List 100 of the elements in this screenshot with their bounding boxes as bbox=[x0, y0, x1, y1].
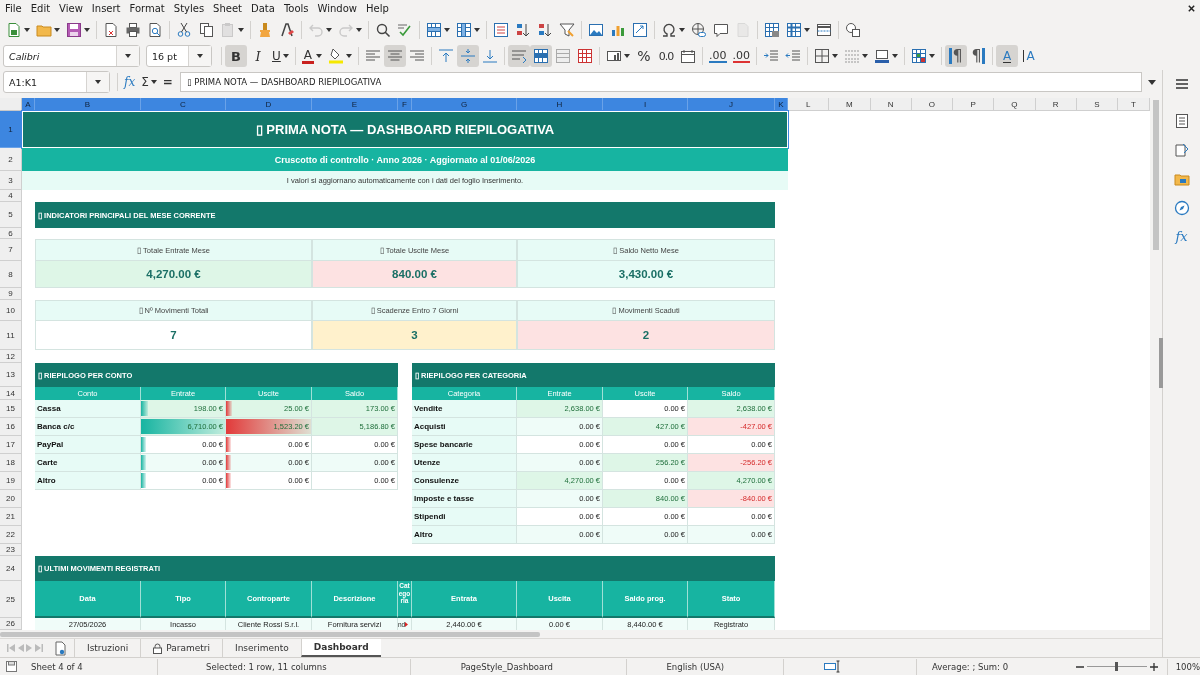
row-header[interactable]: 5 bbox=[0, 202, 22, 229]
kpi-value: 3 bbox=[312, 321, 517, 351]
row-header[interactable]: 22 bbox=[0, 526, 22, 545]
row-header[interactable]: 14 bbox=[0, 387, 22, 401]
sidebar-menu-icon[interactable] bbox=[1173, 76, 1190, 92]
column-header[interactable]: N bbox=[870, 98, 912, 112]
row-header[interactable]: 23 bbox=[0, 544, 22, 557]
row-header[interactable]: 17 bbox=[0, 436, 22, 455]
language[interactable]: English (USA) bbox=[625, 658, 783, 675]
formula-input[interactable]: ▯ PRIMA NOTA — DASHBOARD RIEPILOGATIVA bbox=[179, 72, 1142, 93]
row-header[interactable]: 13 bbox=[0, 363, 22, 388]
highlight-icon bbox=[328, 48, 344, 64]
formula-button[interactable]: = bbox=[159, 75, 176, 90]
table-cell: Altro bbox=[35, 472, 141, 491]
row-header[interactable]: 7 bbox=[0, 239, 22, 262]
merge-center-button[interactable] bbox=[530, 45, 552, 67]
row-header[interactable]: 1 bbox=[0, 111, 22, 149]
navigator-icon[interactable] bbox=[1173, 200, 1190, 216]
column-header[interactable]: O bbox=[911, 98, 953, 112]
row-header[interactable]: 8 bbox=[0, 261, 22, 289]
increase-indent-icon bbox=[763, 48, 779, 64]
row-header[interactable]: 11 bbox=[0, 321, 22, 351]
menu-item[interactable]: Window bbox=[313, 3, 362, 14]
row-header[interactable]: 6 bbox=[0, 228, 22, 240]
table-cell: Acquisti bbox=[412, 418, 517, 437]
kpi-value: 3,430.00 € bbox=[517, 261, 775, 289]
menu-item[interactable]: Styles bbox=[169, 3, 210, 14]
row-header[interactable]: 20 bbox=[0, 490, 22, 509]
menu-item[interactable]: View bbox=[55, 3, 88, 14]
add-sheet-icon[interactable] bbox=[54, 640, 66, 656]
font-name-field[interactable]: Calibri bbox=[3, 45, 140, 67]
caret-icon bbox=[624, 54, 630, 58]
menu-item[interactable]: Insert bbox=[87, 3, 126, 14]
row-header[interactable]: 24 bbox=[0, 556, 22, 582]
row-header[interactable]: 10 bbox=[0, 300, 22, 322]
lock-icon bbox=[153, 642, 163, 654]
name-box[interactable]: A1:K1 bbox=[3, 71, 110, 94]
row-header[interactable]: 15 bbox=[0, 400, 22, 419]
row-header[interactable]: 16 bbox=[0, 418, 22, 437]
bold-button[interactable]: B bbox=[225, 45, 247, 67]
text-top-to-bottom-button[interactable]: A bbox=[1018, 45, 1040, 67]
sum-button[interactable]: Σ bbox=[138, 75, 160, 90]
font-color-button[interactable]: A bbox=[298, 45, 325, 67]
border-style-icon bbox=[844, 48, 860, 64]
caret-icon bbox=[150, 80, 157, 85]
menu-item[interactable]: Help bbox=[362, 3, 394, 14]
zoom-level[interactable]: 100% bbox=[1166, 658, 1200, 675]
sort-icon bbox=[493, 21, 509, 38]
column-header[interactable]: Q bbox=[994, 98, 1036, 112]
menu-item[interactable]: File bbox=[1, 3, 27, 14]
row-header[interactable]: 21 bbox=[0, 508, 22, 527]
kpi-value: 2 bbox=[517, 321, 775, 351]
row-header[interactable]: 25 bbox=[0, 581, 22, 619]
freeze-panes-icon bbox=[786, 21, 802, 38]
row-header[interactable]: 9 bbox=[0, 288, 22, 301]
sheet-tab[interactable]: Parametri bbox=[140, 639, 222, 657]
italic-button[interactable]: I bbox=[247, 45, 269, 67]
percent-button[interactable]: % bbox=[633, 45, 655, 67]
column-header[interactable]: L bbox=[788, 98, 830, 112]
left-to-right-button[interactable]: ¶ bbox=[945, 45, 967, 67]
right-to-left-button[interactable]: ¶ bbox=[967, 45, 989, 67]
sheet-tab[interactable]: Istruzioni bbox=[74, 639, 141, 657]
add-decimal-button[interactable]: .00 bbox=[706, 45, 730, 67]
row-header[interactable]: 18 bbox=[0, 454, 22, 473]
underline-button[interactable]: U bbox=[269, 45, 292, 67]
zoom-slider-thumb[interactable] bbox=[1114, 662, 1118, 671]
font-size-field[interactable]: 16 pt bbox=[146, 45, 212, 67]
column-header[interactable]: P bbox=[953, 98, 995, 112]
row-header[interactable]: 26 bbox=[0, 618, 22, 631]
align-center-icon bbox=[387, 48, 403, 64]
close-icon[interactable] bbox=[1187, 4, 1196, 13]
column-header[interactable]: S bbox=[1076, 98, 1118, 112]
sidebar-grip[interactable] bbox=[1159, 338, 1163, 388]
caret-icon bbox=[84, 27, 90, 32]
menu-item[interactable]: Tools bbox=[279, 3, 314, 14]
date-icon bbox=[680, 48, 696, 64]
properties-icon[interactable] bbox=[1173, 113, 1190, 129]
gallery-icon[interactable] bbox=[1173, 171, 1190, 187]
menu-item[interactable]: Data bbox=[247, 3, 280, 14]
number-button[interactable]: 0.0 bbox=[655, 45, 677, 67]
menu-item[interactable]: Edit bbox=[26, 3, 56, 14]
sheet-tab[interactable]: Dashboard bbox=[300, 639, 381, 657]
delete-decimal-button[interactable]: .00 bbox=[729, 45, 753, 67]
zoom-in-icon[interactable] bbox=[1149, 662, 1158, 671]
styles-icon[interactable] bbox=[1173, 142, 1190, 158]
functions-button[interactable]: fx bbox=[1175, 229, 1188, 244]
row-header[interactable]: 19 bbox=[0, 472, 22, 491]
select-all-corner[interactable] bbox=[0, 98, 22, 112]
wrap-text-button[interactable] bbox=[508, 45, 530, 67]
row-header[interactable]: 4 bbox=[0, 190, 22, 203]
row-header[interactable]: 12 bbox=[0, 350, 22, 364]
column-header[interactable]: M bbox=[829, 98, 871, 112]
column-header[interactable]: T bbox=[1118, 98, 1150, 112]
sheet-tab[interactable]: Inserimento bbox=[222, 639, 301, 657]
menu-item[interactable]: Format bbox=[125, 3, 170, 14]
row-header[interactable]: 2 bbox=[0, 148, 22, 172]
row-header[interactable]: 3 bbox=[0, 171, 22, 191]
column-header[interactable]: R bbox=[1035, 98, 1077, 112]
function-wizard-button[interactable]: fx bbox=[121, 75, 139, 90]
menu-item[interactable]: Sheet bbox=[209, 3, 248, 14]
